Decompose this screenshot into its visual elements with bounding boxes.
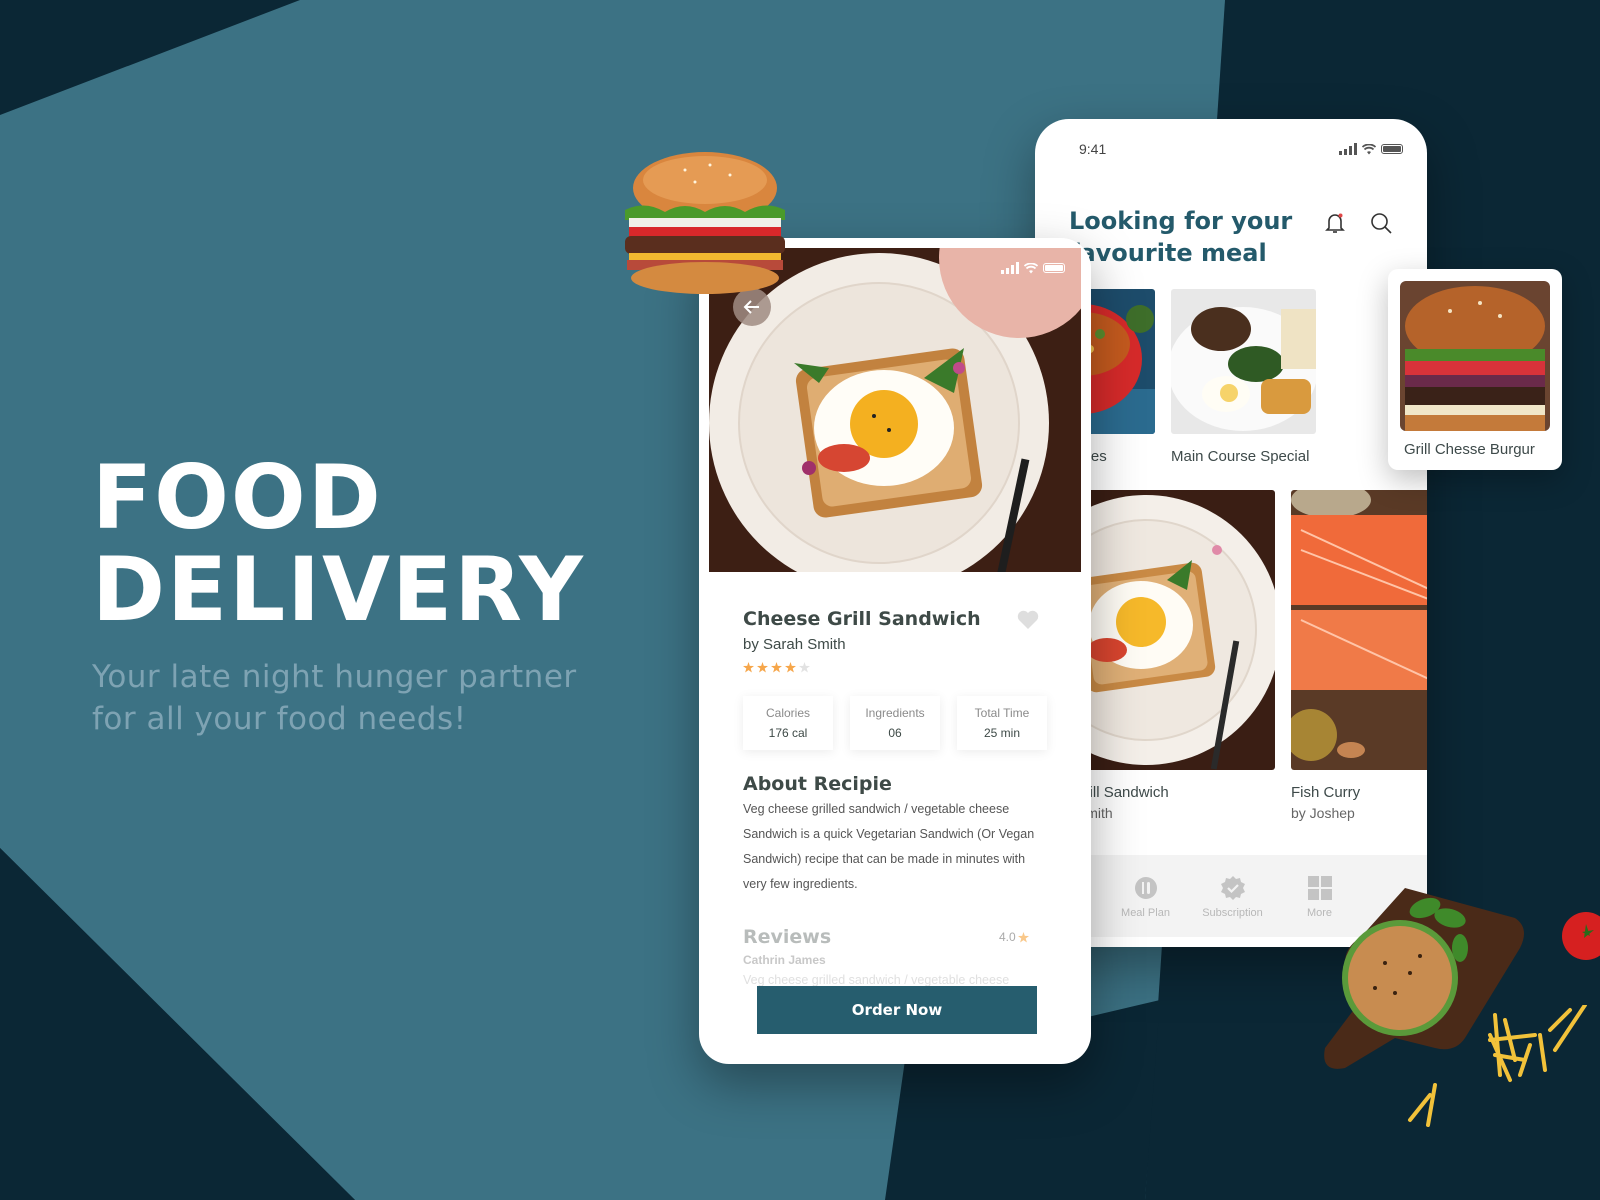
star-icon [757, 662, 768, 673]
burger-image [1400, 281, 1550, 431]
stat-label: Ingredients [865, 706, 925, 720]
hero-subtitle: Your late night hunger partner for all y… [92, 656, 585, 740]
stat-ingredients: Ingredients 06 [850, 696, 940, 750]
stat-value: 176 cal [768, 726, 808, 740]
rating-stars [743, 662, 810, 673]
greeting-line1: Looking for your [1069, 207, 1293, 235]
category-label: Main Course Special [1171, 448, 1310, 465]
arrow-left-icon [743, 300, 759, 314]
star-icon [771, 662, 782, 673]
hero-title-line2: DELIVERY [92, 538, 585, 641]
floating-category-card[interactable]: Grill Chesse Burgur [1388, 269, 1562, 470]
star-icon-empty [799, 662, 810, 673]
battery-icon [1043, 263, 1065, 273]
status-bar [1001, 262, 1065, 274]
tab-label: Meal Plan [1121, 907, 1170, 919]
category-label: Grill Chesse Burgur [1404, 441, 1535, 458]
star-icon [1017, 931, 1029, 943]
hero-title: FOOD DELIVERY [92, 452, 585, 636]
stat-label: Total Time [974, 706, 1030, 720]
recipe-title: Cheese Grill Sandwich [743, 608, 981, 630]
status-time: 9:41 [1079, 141, 1107, 157]
detail-screen-phone: Cheese Grill Sandwich by Sarah Smith Cal… [699, 238, 1091, 1064]
hero-section: FOOD DELIVERY Your late night hunger par… [92, 452, 585, 740]
main-course-image [1171, 289, 1316, 434]
wifi-icon [1024, 262, 1038, 273]
wifi-icon [1362, 143, 1376, 154]
status-bar: 9:41 [1035, 119, 1427, 179]
reviews-rating: 4.0 [999, 930, 1029, 944]
greeting-heading: Looking for your favourite meal [1069, 205, 1292, 269]
burger-decoration [625, 152, 785, 294]
recipe-author: by Sarah Smith [743, 636, 846, 653]
bell-icon[interactable] [1323, 211, 1347, 235]
review-text: Veg cheese grilled sandwich / vegetable … [743, 973, 1010, 987]
featured-title: Fish Curry [1291, 784, 1361, 801]
greeting-line2: favourite meal [1069, 239, 1267, 267]
tomato-decoration [1562, 912, 1600, 960]
reviews-heading: Reviews [743, 926, 832, 948]
badge-check-icon [1220, 876, 1245, 900]
recipe-stats: Calories 176 cal Ingredients 06 Total Ti… [743, 696, 1047, 750]
stat-calories: Calories 176 cal [743, 696, 833, 750]
order-now-button[interactable]: Order Now [757, 986, 1037, 1034]
hero-subtitle-line1: Your late night hunger partner [92, 659, 577, 695]
search-icon[interactable] [1369, 211, 1393, 235]
rating-value: 4.0 [999, 930, 1016, 944]
signal-icon [1339, 143, 1357, 155]
signal-icon [1001, 262, 1019, 274]
stat-total-time: Total Time 25 min [957, 696, 1047, 750]
about-text: Veg cheese grilled sandwich / vegetable … [743, 802, 1035, 891]
fish-image [1291, 490, 1427, 770]
hero-title-line1: FOOD [92, 446, 383, 549]
stat-value: 25 min [983, 726, 1021, 740]
fries-decoration [1408, 1005, 1587, 1127]
category-card[interactable]: Main Course Special [1171, 289, 1316, 465]
battery-icon [1381, 144, 1403, 154]
star-icon [743, 662, 754, 673]
featured-author: by Joshep [1291, 805, 1355, 821]
tab-label: Subscription [1202, 907, 1263, 919]
star-icon [785, 662, 796, 673]
home-screen-phone: 9:41 Looking for your favourite meal Sou… [1035, 119, 1427, 947]
reviewer-name: Cathrin James [743, 953, 826, 967]
tab-meal-plan[interactable]: Meal Plan [1102, 855, 1189, 937]
tab-subscription[interactable]: Subscription [1189, 855, 1276, 937]
stat-value: 06 [888, 726, 902, 740]
meal-plan-icon [1134, 877, 1157, 899]
featured-card[interactable]: Fish Curry by Joshep [1291, 490, 1427, 821]
heart-icon[interactable] [1017, 610, 1039, 630]
stat-label: Calories [765, 706, 810, 720]
about-heading: About Recipie [743, 773, 892, 795]
hero-subtitle-line2: for all your food needs! [92, 701, 467, 737]
